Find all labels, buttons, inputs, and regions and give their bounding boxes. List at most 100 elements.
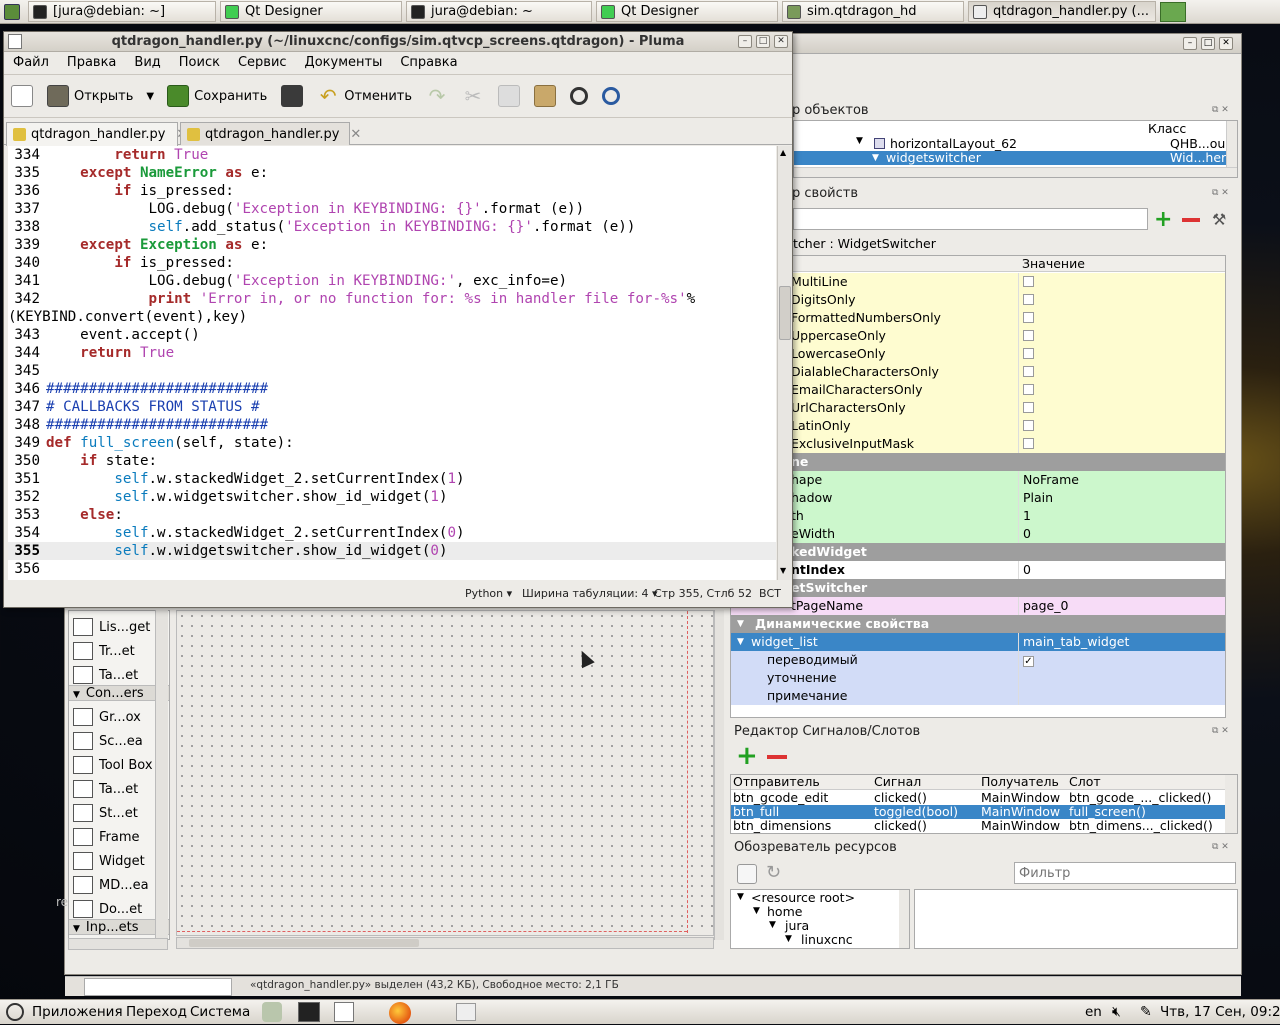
code-line[interactable]: 334 return True	[8, 146, 776, 164]
window-list-button[interactable]	[456, 1003, 476, 1021]
property-editor-panel-buttons[interactable]: ⧉ ✕	[1212, 188, 1229, 198]
property-filter-input[interactable]	[793, 208, 1148, 230]
redo-button[interactable]: ↷	[419, 79, 455, 113]
recent-files-dropdown[interactable]: ▼	[140, 79, 160, 113]
menu-item[interactable]: Поиск	[170, 52, 229, 74]
network-icon[interactable]: ✎	[1140, 1004, 1152, 1020]
checkbox[interactable]	[1023, 366, 1034, 377]
maximize-icon[interactable]: □	[1201, 37, 1215, 50]
widget-box-item[interactable]: Tr...et	[73, 639, 135, 663]
property-value[interactable]: 0	[1020, 525, 1225, 543]
horizontal-scrollbar[interactable]	[794, 167, 1237, 177]
object-inspector-panel-buttons[interactable]: ⧉ ✕	[1212, 105, 1229, 115]
remove-connection-icon[interactable]	[767, 755, 787, 759]
wrench-icon[interactable]: ⚒	[1212, 210, 1232, 230]
expand-arrow-icon[interactable]: ▼	[737, 615, 744, 633]
code-line[interactable]: 335 except NameError as e:	[8, 164, 776, 182]
object-row-selected[interactable]: ▼ widgetswitcher Wid...her	[794, 151, 1229, 165]
form-canvas[interactable]	[176, 610, 714, 936]
menu-item[interactable]: Файл	[4, 52, 58, 74]
property-value[interactable]	[1020, 363, 1225, 381]
expand-arrow-icon[interactable]: ▼	[737, 633, 744, 651]
form-hscrollbar[interactable]	[176, 937, 714, 949]
clock[interactable]: Чтв, 17 Сен, 09:22	[1160, 1004, 1280, 1020]
column-header[interactable]: Отправитель	[733, 775, 820, 789]
property-value[interactable]	[1020, 435, 1225, 453]
minimize-icon[interactable]: –	[738, 35, 752, 48]
workspace-icon[interactable]	[4, 4, 20, 20]
property-value[interactable]: 0	[1020, 561, 1225, 579]
undo-button[interactable]: ↶ Отменить	[310, 79, 419, 113]
replace-button[interactable]	[595, 79, 627, 113]
edit-resources-icon[interactable]	[737, 864, 757, 884]
code-line[interactable]: 353 else:	[8, 506, 776, 524]
close-icon[interactable]: ✕	[1219, 37, 1233, 50]
tab-document-2[interactable]: qtdragon_handler.py ✕	[180, 122, 361, 145]
code-line[interactable]: 342 print 'Error in, or no function for:…	[8, 290, 776, 308]
menu-item[interactable]: Справка	[391, 52, 466, 74]
copy-button[interactable]	[491, 79, 527, 113]
checkbox[interactable]: ✓	[1023, 656, 1034, 667]
connection-row[interactable]: btn_full toggled(bool) MainWindow full_scre…	[731, 805, 1225, 819]
firefox-icon[interactable]	[389, 1002, 411, 1024]
reload-icon[interactable]: ↻	[766, 862, 781, 883]
text-editor-launcher-icon[interactable]	[334, 1002, 354, 1022]
property-value[interactable]	[1020, 417, 1225, 435]
taskbar-button[interactable]: Qt Designer	[596, 1, 778, 22]
code-line[interactable]: 346 ##########################	[8, 380, 776, 398]
widget-box-item[interactable]: Ta...et	[73, 777, 138, 801]
remove-dynamic-property-icon[interactable]	[1182, 218, 1200, 222]
connection-row[interactable]: btn_gcode_edit clicked() MainWindow btn_gco…	[731, 791, 1225, 805]
column-header[interactable]: Слот	[1069, 775, 1101, 789]
property-row[interactable]: LowercaseOnly	[731, 345, 1225, 363]
widget-box-hscrollbar[interactable]	[68, 938, 168, 950]
property-value[interactable]: ✓	[1020, 651, 1225, 669]
widget-category[interactable]: ▼ Inp...ets	[69, 919, 169, 935]
volume-icon[interactable]: 🔇︎	[1112, 1004, 1121, 1020]
code-editor[interactable]: 334 return True 335 except NameError as e…	[8, 146, 776, 580]
code-line[interactable]: 344 return True	[8, 344, 776, 362]
tree-item[interactable]: <resource root>	[751, 890, 855, 905]
widget-box-item[interactable]: Frame	[73, 825, 140, 849]
signal-panel-buttons[interactable]: ⧉ ✕	[1212, 726, 1229, 736]
property-row[interactable]: уточнение	[731, 669, 1225, 687]
lock-icon[interactable]	[262, 1002, 282, 1022]
checkbox[interactable]	[1023, 348, 1034, 359]
widget-box-item[interactable]: MD...ea	[73, 873, 149, 897]
statusbar-input[interactable]	[84, 978, 232, 996]
resource-filter-input[interactable]	[1014, 862, 1236, 884]
property-row[interactable]: ExclusiveInputMask	[731, 435, 1225, 453]
property-value[interactable]	[1020, 273, 1225, 291]
property-row[interactable]: DigitsOnly	[731, 291, 1225, 309]
property-value[interactable]: 1	[1020, 507, 1225, 525]
property-value[interactable]	[1020, 291, 1225, 309]
terminal-launcher-icon[interactable]	[298, 1002, 320, 1022]
property-row[interactable]: Динамические свойства ▼	[731, 615, 1225, 633]
property-value[interactable]: Plain	[1020, 489, 1225, 507]
widget-box-item[interactable]: Widget	[73, 849, 145, 873]
widget-box-item[interactable]: St...et	[73, 801, 138, 825]
checkbox[interactable]	[1023, 438, 1034, 449]
code-line[interactable]: 337 LOG.debug('Exception in KEYBINDING: …	[8, 200, 776, 218]
tab-document-1[interactable]: qtdragon_handler.py✕	[6, 122, 187, 146]
signal-scrollbar[interactable]	[1225, 775, 1237, 833]
code-line[interactable]: 338 self.add_status('Exception in KEYBIN…	[8, 218, 776, 236]
code-line[interactable]: 336 if is_pressed:	[8, 182, 776, 200]
property-value[interactable]	[1020, 345, 1225, 363]
show-desktop-icon[interactable]	[1160, 2, 1186, 22]
property-value[interactable]	[1020, 381, 1225, 399]
widget-category[interactable]: ▼ Con...ers	[69, 685, 169, 701]
property-value[interactable]	[1020, 327, 1225, 345]
property-value[interactable]	[1020, 669, 1225, 687]
property-value[interactable]	[1020, 399, 1225, 417]
widget-box-item[interactable]: Do...et	[73, 897, 142, 921]
property-table[interactable]: Значение MultiLine DigitsOnly FormattedNum…	[730, 255, 1226, 718]
close-icon[interactable]: ✕	[774, 35, 788, 48]
menu-item[interactable]: Сервис	[229, 52, 296, 74]
maximize-icon[interactable]: □	[756, 35, 770, 48]
code-line[interactable]: 340 if is_pressed:	[8, 254, 776, 272]
language-selector[interactable]: Python ▾	[465, 580, 512, 608]
property-row[interactable]: DialableCharactersOnly	[731, 363, 1225, 381]
taskbar-button[interactable]: jura@debian: ~	[406, 1, 592, 22]
checkbox[interactable]	[1023, 330, 1034, 341]
